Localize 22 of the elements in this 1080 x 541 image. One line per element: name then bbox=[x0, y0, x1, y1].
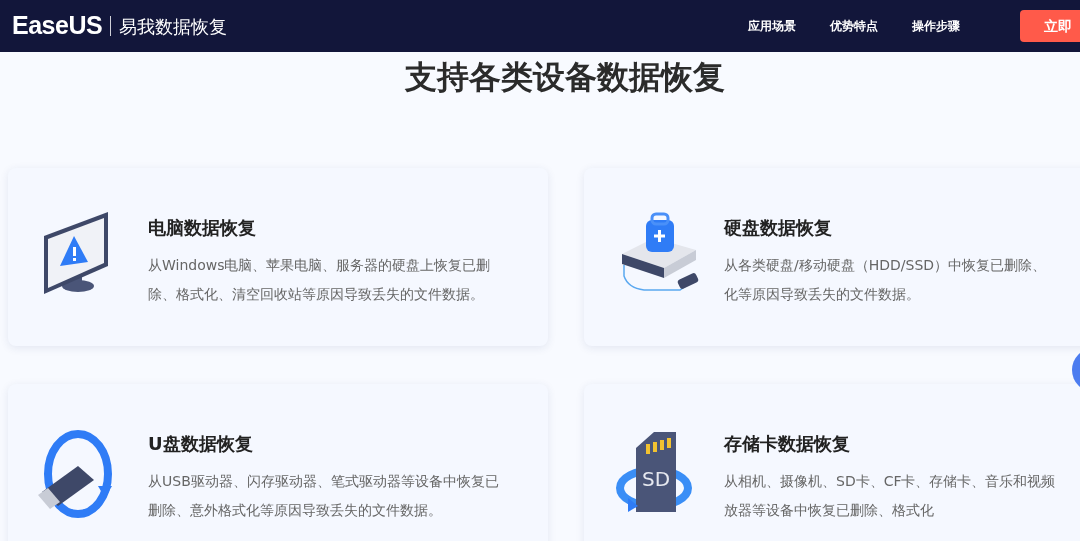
product-name: 易我数据恢复 bbox=[119, 14, 228, 39]
feature-card[interactable]: 电脑数据恢复 从Windows电脑、苹果电脑、服务器的硬盘上恢复已删 除、格式化、清空回收站等原因导致丢失的文件数据。 bbox=[8, 168, 548, 347]
card-title: 硬盘数据恢复 bbox=[724, 216, 833, 241]
card-description: 放器等设备中恢复已删除、格式化 bbox=[724, 501, 935, 521]
card-description: 从Windows电脑、苹果电脑、服务器的硬盘上恢复已删 bbox=[148, 256, 491, 276]
card-title: 电脑数据恢复 bbox=[148, 216, 257, 241]
nav-link[interactable]: 应用场景 bbox=[748, 17, 796, 35]
card-description: 从USB驱动器、闪存驱动器、笔式驱动器等设备中恢复已 bbox=[148, 472, 499, 492]
card-title: U盘数据恢复 bbox=[148, 432, 254, 457]
section-title: 支持各类设备数据恢复 bbox=[404, 58, 726, 97]
card-description: 化等原因导致丢失的文件数据。 bbox=[724, 285, 921, 305]
card-description: 除、格式化、清空回收站等原因导致丢失的文件数据。 bbox=[148, 285, 485, 305]
logo[interactable]: EaseUS bbox=[12, 7, 103, 45]
card-description: 从各类硬盘/移动硬盘（HDD/SSD）中恢复已删除、 bbox=[724, 256, 1047, 276]
feature-card[interactable]: U盘数据恢复 从USB驱动器、闪存驱动器、笔式驱动器等设备中恢复已 删除、意外格式化等原因导致丢失的文件数据。 bbox=[8, 384, 548, 541]
card-description: 从相机、摄像机、SD卡、CF卡、存储卡、音乐和视频 bbox=[724, 472, 1056, 492]
card-description: 删除、意外格式化等原因导致丢失的文件数据。 bbox=[148, 501, 443, 521]
feature-card[interactable]: 硬盘数据恢复 从各类硬盘/移动硬盘（HDD/SSD）中恢复已删除、 化等原因导致丢失的文件数据。 bbox=[584, 168, 1080, 347]
nav-link[interactable]: 操作步骤 bbox=[912, 17, 960, 35]
card-title: 存储卡数据恢复 bbox=[724, 432, 851, 457]
nav-link[interactable]: 优势特点 bbox=[830, 17, 878, 35]
feature-card[interactable]: SD 存储卡数据恢复 从相机、摄像机、SD卡、CF卡、存储卡、音乐和视频 放器等设备中恢复已删除、格式化 bbox=[584, 384, 1080, 541]
